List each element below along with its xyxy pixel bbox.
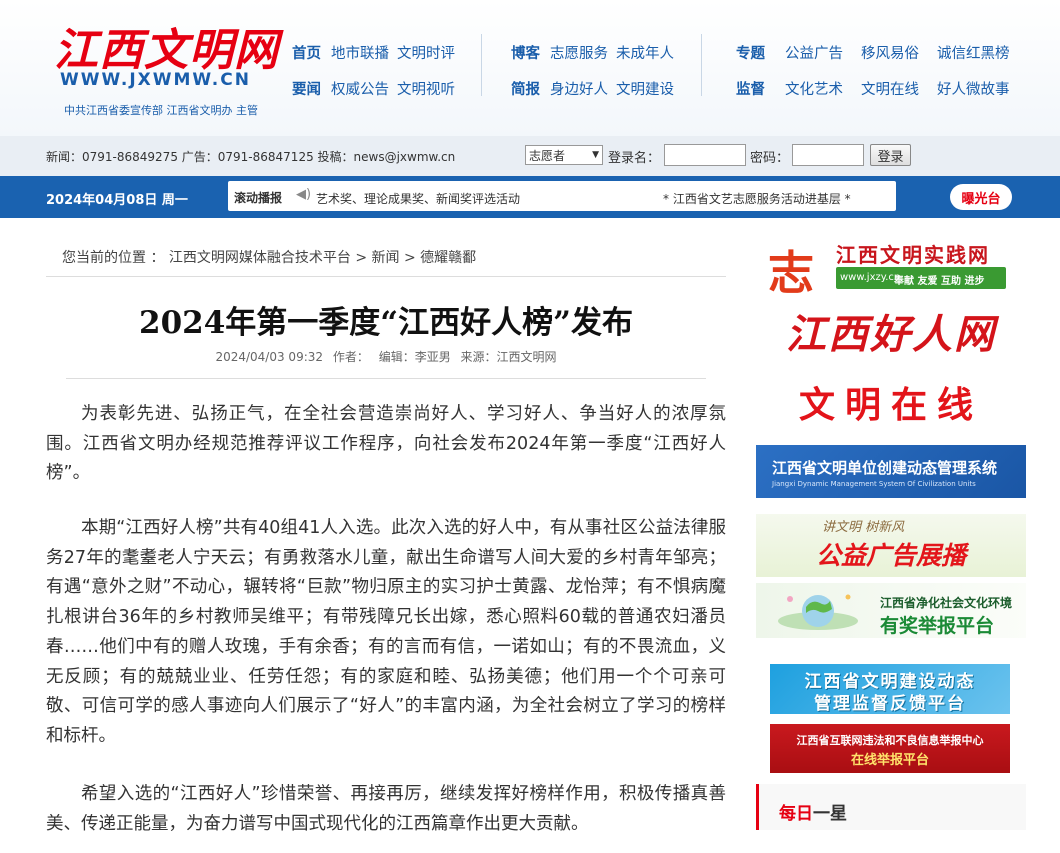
password-input[interactable]	[792, 144, 864, 166]
ticker-item[interactable]: 艺术奖、理论成果奖、新闻奖评选活动	[316, 190, 520, 207]
expose-platform-button[interactable]: 曝光台	[950, 184, 1012, 210]
banner-unit-management-system[interactable]: 江西省文明单位创建动态管理系统 Jiangxi Dynamic Manageme…	[756, 445, 1026, 498]
article-author: 作者：	[332, 350, 369, 364]
banner-feedback-platform[interactable]: 江西省文明建设动态 管理监督反馈平台	[770, 664, 1010, 714]
divider	[46, 276, 726, 277]
nav-row: 要闻 权威公告 文明视听	[292, 70, 455, 106]
site-logo-subtitle: 中共江西省委宣传部 江西省文明办 主管	[64, 104, 258, 117]
nav-link[interactable]: 权威公告	[331, 78, 389, 99]
nav-row: 专题 公益广告 移风易俗 诚信红黑榜	[736, 34, 1010, 70]
nav-link[interactable]: 地市联播	[331, 42, 389, 63]
banner-subtitle: 在线举报平台	[850, 753, 929, 768]
nav-link[interactable]: 文明视听	[397, 78, 455, 99]
section-title-rest: 一星	[813, 804, 847, 824]
nav-row: 监督 文化艺术 文明在线 好人微故事	[736, 70, 1010, 106]
site-header: 江西文明网 WWW.JXWMW.CN 中共江西省委宣传部 江西省文明办 主管 首…	[0, 0, 1060, 136]
banner-slogan: 奉献 友爱 互助 进步	[894, 276, 985, 287]
banner-subtitle: Jiangxi Dynamic Management System Of Civ…	[772, 480, 976, 488]
nav-divider	[481, 34, 482, 96]
nav-link-news[interactable]: 要闻	[292, 78, 321, 99]
banner-civilization-online[interactable]: 文明在线	[756, 374, 1026, 437]
banner-public-ads[interactable]: 讲文明 树新风 公益广告展播	[756, 514, 1026, 577]
banner-title: 江西省文明单位创建动态管理系统	[772, 459, 998, 477]
nav-link-supervise[interactable]: 监督	[736, 78, 765, 99]
article-meta: 2024/04/03 09:32 作者： 编辑：李亚男 来源：江西文明网	[46, 348, 726, 365]
nav-group-3: 专题 公益广告 移风易俗 诚信红黑榜 监督 文化艺术 文明在线 好人微故事	[736, 34, 1010, 106]
article-paragraph: 本期“江西好人榜”共有40组41人入选。此次入选的好人中，有从事社区公益法律服务…	[46, 518, 726, 746]
login-bar: 新闻：0791-86849275 广告：0791-86847125 投稿：new…	[0, 136, 1060, 176]
username-label: 登录名：	[608, 151, 661, 166]
banner-title: 文明在线	[798, 384, 983, 426]
article-date: 2024/04/03 09:32	[215, 350, 324, 364]
nav-link[interactable]: 诚信红黑榜	[937, 42, 1010, 63]
nav-row: 博客 志愿服务 未成年人	[511, 34, 674, 70]
speaker-icon: ◀)	[296, 187, 312, 202]
nav-link[interactable]: 移风易俗	[861, 42, 919, 63]
password-label: 密码：	[750, 151, 790, 166]
section-title-highlight: 每日	[779, 804, 813, 824]
nav-group-2: 博客 志愿服务 未成年人 简报 身边好人 文明建设	[511, 34, 674, 106]
nav-link[interactable]: 志愿服务	[550, 42, 608, 63]
daily-star-section: 每日一星	[756, 784, 1026, 830]
banner-report-platform[interactable]: 江西省净化社会文化环境 有奖举报平台	[756, 583, 1026, 638]
ticker-item[interactable]: * 江西省文艺志愿服务活动进基层 *	[663, 190, 851, 207]
volunteer-logo-icon: 志	[768, 246, 814, 296]
banner-internet-report-center[interactable]: 江西省互联网违法和不良信息举报中心 在线举报平台	[770, 724, 1010, 773]
banner-slogan: 讲文明 树新风	[822, 520, 905, 535]
user-type-value: 志愿者	[529, 148, 566, 163]
nav-row: 简报 身边好人 文明建设	[511, 70, 674, 106]
banner-title: 有奖举报平台	[880, 615, 995, 637]
nav-link-home[interactable]: 首页	[292, 42, 321, 63]
nav-link[interactable]: 文化艺术	[785, 78, 843, 99]
banner-title: 公益广告展播	[816, 541, 967, 570]
nav-link-brief[interactable]: 简报	[511, 78, 540, 99]
nav-link[interactable]: 好人微故事	[937, 78, 1010, 99]
article-editor: 编辑：李亚男	[378, 350, 451, 364]
nav-divider	[701, 34, 702, 96]
banner-title: 管理监督反馈平台	[814, 694, 966, 714]
banner-slogan: 江西省净化社会文化环境	[880, 596, 1013, 610]
current-date: 2024年04月08日 周一	[46, 193, 188, 208]
nav-link[interactable]: 身边好人	[550, 78, 608, 99]
nav-group-1: 首页 地市联播 文明时评 要闻 权威公告 文明视听	[292, 34, 455, 106]
news-ticker: 滚动播报 ◀) 艺术奖、理论成果奖、新闻奖评选活动 * 江西省文艺志愿服务活动进…	[228, 181, 896, 211]
banner-civilization-practice[interactable]: 志 江西文明实践网 www.jxzy.cn 奉献 友爱 互助 进步	[756, 233, 1026, 296]
nav-row: 首页 地市联播 文明时评	[292, 34, 455, 70]
article-paragraph: 希望入选的“江西好人”珍惜荣誉、再接再厉，继续发挥好榜样作用，积极传播真善美、传…	[46, 784, 726, 834]
nav-link[interactable]: 公益广告	[785, 42, 843, 63]
site-logo-title[interactable]: 江西文明网	[54, 14, 279, 78]
article-paragraph: 为表彰先进、弘扬正气，在全社会营造崇尚好人、学习好人、争当好人的浓厚氛围。江西省…	[46, 404, 726, 484]
contact-info: 新闻：0791-86849275 广告：0791-86847125 投稿：new…	[46, 150, 456, 164]
ticker-label: 滚动播报	[234, 191, 283, 205]
banner-title: 江西好人网	[786, 311, 996, 358]
banner-good-people[interactable]: 江西好人网	[756, 305, 1026, 368]
nav-link-blog[interactable]: 博客	[511, 42, 540, 63]
nav-link[interactable]: 未成年人	[616, 42, 674, 63]
date-ticker-bar: 2024年04月08日 周一 滚动播报 ◀) 艺术奖、理论成果奖、新闻奖评选活动…	[0, 176, 1060, 218]
nav-link[interactable]: 文明建设	[616, 78, 674, 99]
banner-title: 江西省互联网违法和不良信息举报中心	[796, 734, 984, 747]
user-type-select[interactable]: 志愿者 ▼	[525, 145, 603, 165]
divider	[66, 378, 706, 379]
chevron-down-icon: ▼	[592, 150, 599, 160]
globe-icon	[778, 594, 858, 630]
nav-link[interactable]: 文明在线	[861, 78, 919, 99]
banner-title: 江西文明实践网	[836, 243, 990, 267]
section-title[interactable]: 每日一星	[779, 799, 847, 824]
login-button[interactable]: 登录	[870, 144, 911, 166]
username-input[interactable]	[664, 144, 746, 166]
breadcrumb[interactable]: 您当前的位置 ： 江西文明网媒体融合技术平台 > 新闻 > 德耀赣鄱	[62, 247, 476, 267]
nav-link-topics[interactable]: 专题	[736, 42, 765, 63]
article-source: 来源：江西文明网	[460, 350, 557, 364]
article-title: 2024年第一季度“江西好人榜”发布	[139, 305, 633, 341]
site-logo-url[interactable]: WWW.JXWMW.CN	[60, 70, 251, 90]
nav-link[interactable]: 文明时评	[397, 42, 455, 63]
